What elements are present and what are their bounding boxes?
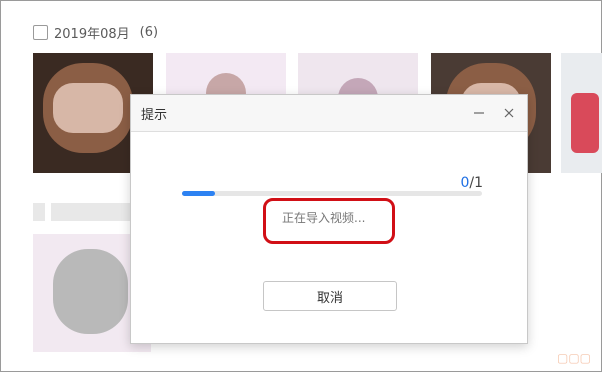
group2-header (33, 203, 131, 221)
figure-pixels (571, 93, 599, 153)
progress-total: /1 (469, 175, 483, 191)
progress-bar (182, 191, 482, 196)
group-checkbox[interactable] (33, 25, 48, 40)
progress-fill (182, 191, 215, 196)
dialog-title: 提示 (141, 107, 168, 123)
close-icon[interactable] (501, 105, 517, 121)
minimize-icon[interactable] (471, 105, 487, 121)
annotation-highlight (263, 198, 395, 244)
app-window: 2019年08月 (6) 提示 0/1 正在导入视频... 取消 ▢▢▢ (0, 0, 602, 372)
progress-count: 0/1 (460, 175, 483, 191)
group-date-label: 2019年08月 (54, 27, 130, 42)
title-controls (471, 105, 517, 121)
group-count: (6) (139, 25, 159, 40)
group-header-2019-08: 2019年08月 (6) (33, 23, 158, 42)
character-pixels (53, 249, 128, 334)
face-pixels (53, 83, 123, 133)
media-thumbnail[interactable] (561, 53, 602, 173)
dialog-titlebar: 提示 (131, 95, 527, 132)
watermark: ▢▢▢ (556, 351, 591, 365)
cancel-button[interactable]: 取消 (263, 281, 397, 311)
